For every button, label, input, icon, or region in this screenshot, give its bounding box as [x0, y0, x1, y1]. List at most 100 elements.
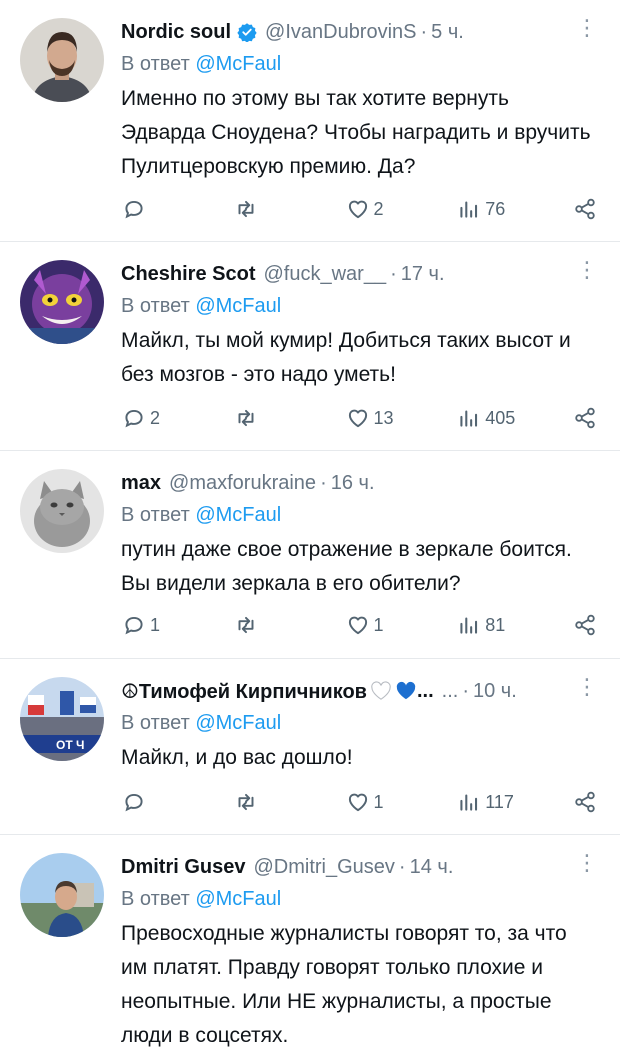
- reply-mention[interactable]: @McFaul: [195, 53, 281, 75]
- timestamp[interactable]: 17 ч.: [401, 263, 445, 286]
- share-button[interactable]: [568, 612, 598, 638]
- separator-dot: ·: [390, 262, 397, 285]
- tweet-header: max @maxforukraine · 16 ч.: [121, 467, 598, 499]
- views-count: 405: [485, 407, 516, 428]
- views-count: 81: [485, 614, 506, 635]
- like-count: 2: [373, 198, 384, 219]
- like-count: 13: [373, 407, 394, 428]
- tweet-text: Майкл, ты мой кумир! Добиться таких высо…: [121, 329, 571, 386]
- timestamp[interactable]: 5 ч.: [431, 21, 464, 44]
- tweet-text: Именно по этому вы так хотите вернуть Эд…: [121, 87, 591, 178]
- tweet[interactable]: Nordic soul @IvanDubrovinS · 5 ч. ⋮ В от…: [0, 0, 620, 242]
- author-name[interactable]: ☮Тимофей Кирпичников: [121, 679, 367, 704]
- author-handle[interactable]: ...: [442, 680, 459, 703]
- like-button[interactable]: 2: [345, 196, 435, 222]
- like-icon: [348, 616, 367, 635]
- author-name[interactable]: Cheshire Scot: [121, 263, 255, 286]
- tweet-text: Майкл, и до вас дошло!: [121, 746, 353, 769]
- tweet[interactable]: max @maxforukraine · 16 ч. В ответ @McFa…: [0, 451, 620, 659]
- author-handle[interactable]: @fuck_war__: [263, 263, 386, 286]
- views-button[interactable]: 117: [456, 789, 546, 815]
- timestamp[interactable]: 14 ч.: [410, 856, 454, 879]
- avatar[interactable]: [20, 469, 104, 553]
- views-count: 117: [485, 791, 514, 812]
- views-button[interactable]: 405: [456, 405, 546, 431]
- author-name[interactable]: Dmitri Gusev: [121, 856, 245, 879]
- timestamp[interactable]: 10 ч.: [473, 680, 517, 703]
- like-icon: [348, 793, 367, 812]
- reply-prefix: В ответ: [121, 888, 196, 910]
- reply-mention[interactable]: @McFaul: [195, 712, 281, 734]
- reply-icon: [125, 200, 143, 219]
- reply-prefix: В ответ: [121, 504, 196, 526]
- author-handle[interactable]: @IvanDubrovinS: [265, 21, 416, 44]
- like-button[interactable]: 1: [345, 789, 435, 815]
- reply-button[interactable]: 2: [121, 405, 211, 431]
- reply-prefix: В ответ: [121, 712, 196, 734]
- timestamp[interactable]: 16 ч.: [331, 472, 375, 495]
- separator-dot: ·: [462, 679, 469, 702]
- views-icon: [460, 201, 478, 218]
- like-icon: [348, 200, 367, 219]
- reply-icon: [125, 616, 143, 635]
- reply-mention[interactable]: @McFaul: [195, 888, 281, 910]
- tweet-header: ☮Тимофей Кирпичников ... ... · 10 ч.: [121, 675, 598, 707]
- author-handle[interactable]: @maxforukraine: [169, 472, 316, 495]
- views-button[interactable]: 76: [456, 196, 546, 222]
- separator-dot: ·: [320, 471, 327, 494]
- svg-text:ОТ Ч: ОТ Ч: [56, 738, 84, 752]
- share-button[interactable]: [568, 405, 598, 431]
- tweet[interactable]: ОТ Ч ☮Тимофей Кирпичников ... ... · 10 ч…: [0, 659, 620, 835]
- retweet-button[interactable]: [233, 612, 323, 638]
- reply-feed: Nordic soul @IvanDubrovinS · 5 ч. ⋮ В от…: [0, 0, 620, 1062]
- more-options-icon[interactable]: ⋮: [576, 258, 598, 290]
- reply-context: В ответ @McFaul: [121, 883, 598, 915]
- share-icon: [575, 198, 595, 220]
- reply-button[interactable]: 1: [121, 612, 211, 638]
- share-icon: [575, 791, 595, 813]
- avatar[interactable]: [20, 260, 104, 344]
- avatar-image: ОТ Ч: [20, 677, 104, 761]
- tweet-actions: 1 117: [121, 787, 598, 817]
- share-button[interactable]: [568, 196, 598, 222]
- tweet-actions: 1 1 81: [121, 610, 598, 640]
- avatar-image: [20, 260, 104, 344]
- avatar[interactable]: [20, 18, 104, 102]
- tweet[interactable]: Dmitri Gusev @Dmitri_Gusev · 14 ч. ⋮ В о…: [0, 835, 620, 1062]
- reply-mention[interactable]: @McFaul: [195, 295, 281, 317]
- separator-dot: ·: [420, 20, 428, 43]
- views-count: 76: [485, 198, 506, 219]
- avatar-image: [20, 18, 104, 102]
- reply-icon: [125, 409, 143, 428]
- tweet-text: Превосходные журналисты говорят то, за ч…: [121, 922, 567, 1047]
- more-options-icon[interactable]: ⋮: [576, 675, 598, 707]
- like-button[interactable]: 1: [345, 612, 435, 638]
- share-button[interactable]: [568, 789, 598, 815]
- views-button[interactable]: 81: [456, 612, 546, 638]
- reply-count: 1: [150, 614, 161, 635]
- tweet-text: путин даже свое отражение в зеркале боит…: [121, 538, 572, 595]
- author-handle[interactable]: @Dmitri_Gusev: [253, 856, 394, 879]
- reply-context: В ответ @McFaul: [121, 499, 598, 531]
- retweet-button[interactable]: [233, 196, 323, 222]
- avatar[interactable]: ОТ Ч: [20, 677, 104, 761]
- retweet-button[interactable]: [233, 789, 323, 815]
- author-name[interactable]: max: [121, 472, 161, 495]
- avatar[interactable]: [20, 853, 104, 937]
- tweet[interactable]: Cheshire Scot @fuck_war__ · 17 ч. ⋮ В от…: [0, 242, 620, 451]
- blue-heart-icon: [396, 681, 416, 700]
- more-options-icon[interactable]: ⋮: [576, 851, 598, 883]
- share-icon: [575, 614, 595, 636]
- reply-prefix: В ответ: [121, 295, 196, 317]
- reply-button[interactable]: [121, 196, 211, 222]
- like-icon: [348, 409, 367, 428]
- reply-icon: [125, 793, 143, 812]
- share-icon: [575, 407, 595, 429]
- like-button[interactable]: 13: [345, 405, 435, 431]
- reply-mention[interactable]: @McFaul: [195, 504, 281, 526]
- more-options-icon[interactable]: ⋮: [576, 16, 598, 48]
- retweet-icon: [238, 793, 254, 811]
- reply-button[interactable]: [121, 789, 211, 815]
- author-name[interactable]: Nordic soul: [121, 21, 231, 44]
- retweet-button[interactable]: [233, 405, 323, 431]
